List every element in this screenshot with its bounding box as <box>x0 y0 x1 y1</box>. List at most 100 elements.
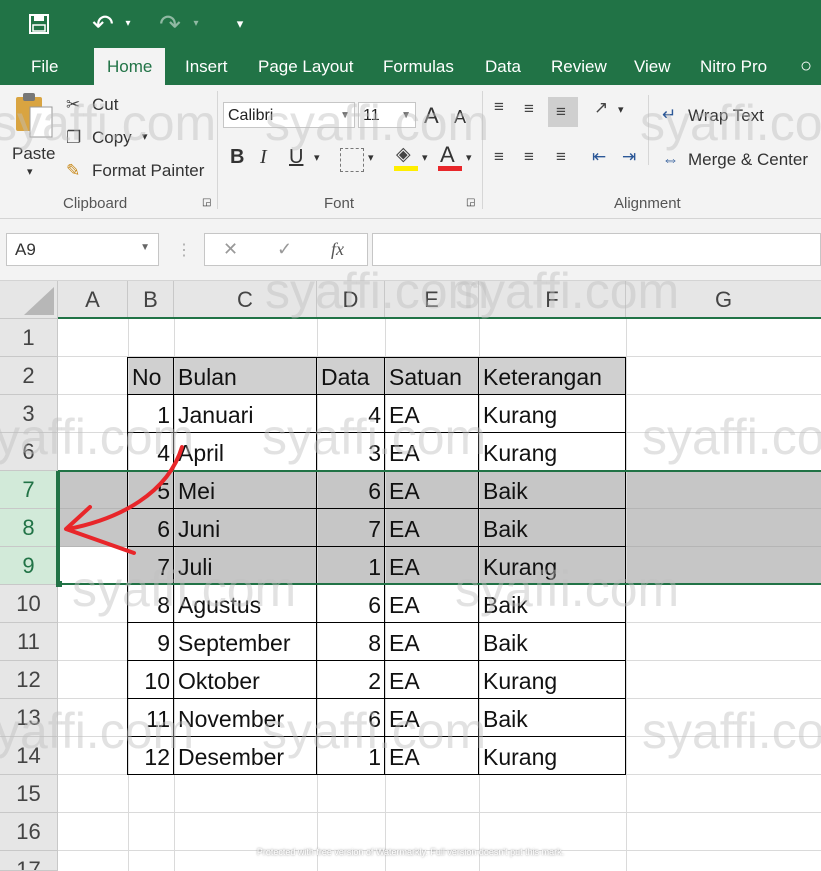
table-cell-no[interactable]: 12 <box>128 737 174 775</box>
table-cell-data[interactable]: 1 <box>317 547 385 585</box>
table-cell-satuan[interactable]: EA <box>385 699 479 737</box>
table-cell-satuan[interactable]: EA <box>385 661 479 699</box>
name-box-dropdown-icon[interactable]: ▼ <box>140 242 150 253</box>
table-cell-keterangan[interactable]: Kurang <box>479 737 626 775</box>
table-cell-keterangan[interactable]: Baik <box>479 623 626 661</box>
align-right-icon[interactable]: ≡ <box>556 147 566 167</box>
row-header[interactable]: 3 <box>0 395 58 433</box>
increase-indent-icon[interactable]: ⇥ <box>622 147 636 167</box>
table-header-cell[interactable]: Satuan <box>385 357 479 395</box>
row-header[interactable]: 16 <box>0 813 58 851</box>
column-header-f[interactable]: F <box>479 281 626 319</box>
enter-icon[interactable]: ✓ <box>277 239 292 260</box>
table-cell-keterangan[interactable]: Kurang <box>479 661 626 699</box>
wrap-text-button[interactable]: Wrap Text <box>688 106 764 126</box>
underline-button[interactable]: U <box>289 146 303 169</box>
tab-file[interactable]: File <box>31 48 58 85</box>
table-cell-satuan[interactable]: EA <box>385 623 479 661</box>
formula-input[interactable] <box>372 233 821 266</box>
table-cell-satuan[interactable]: EA <box>385 471 479 509</box>
align-middle-icon[interactable]: ≡ <box>524 99 534 119</box>
table-cell-no[interactable]: 11 <box>128 699 174 737</box>
borders-icon[interactable] <box>340 148 364 172</box>
table-cell-data[interactable]: 4 <box>317 395 385 433</box>
table-header-cell[interactable]: Bulan <box>174 357 317 395</box>
table-cell-satuan[interactable]: EA <box>385 585 479 623</box>
decrease-indent-icon[interactable]: ⇤ <box>592 147 606 167</box>
table-cell-bulan[interactable]: Oktober <box>174 661 317 699</box>
table-cell-data[interactable]: 8 <box>317 623 385 661</box>
table-cell-bulan[interactable]: November <box>174 699 317 737</box>
redo-dropdown-icon[interactable]: ▾ <box>188 0 204 48</box>
table-cell-bulan[interactable]: September <box>174 623 317 661</box>
table-cell-keterangan[interactable]: Baik <box>479 509 626 547</box>
row-header[interactable]: 1 <box>0 319 58 357</box>
select-all-button[interactable] <box>0 281 58 319</box>
align-top-icon[interactable]: ≡ <box>494 97 504 117</box>
table-cell-no[interactable]: 8 <box>128 585 174 623</box>
align-center-icon[interactable]: ≡ <box>524 147 534 167</box>
font-size-select[interactable]: 11 ▼ <box>358 102 416 128</box>
insert-function-icon[interactable]: fx <box>331 239 344 260</box>
tab-formulas[interactable]: Formulas <box>383 48 454 85</box>
borders-dropdown-icon[interactable]: ▾ <box>368 151 374 164</box>
table-cell-data[interactable]: 7 <box>317 509 385 547</box>
align-left-icon[interactable]: ≡ <box>494 147 504 167</box>
tab-insert[interactable]: Insert <box>185 48 228 85</box>
table-header-cell[interactable]: Data <box>317 357 385 395</box>
table-cell-data[interactable]: 1 <box>317 737 385 775</box>
table-cell-data[interactable]: 6 <box>317 471 385 509</box>
table-cell-satuan[interactable]: EA <box>385 737 479 775</box>
copy-button[interactable]: Copy <box>92 128 132 148</box>
tab-page-layout[interactable]: Page Layout <box>258 48 353 85</box>
font-family-select[interactable]: Calibri ▼ <box>223 102 355 128</box>
table-cell-keterangan[interactable]: Baik <box>479 585 626 623</box>
orientation-dropdown-icon[interactable]: ▾ <box>618 103 624 116</box>
column-header-g[interactable]: G <box>626 281 821 319</box>
copy-dropdown-icon[interactable]: ▾ <box>142 130 148 143</box>
table-cell-bulan[interactable]: Desember <box>174 737 317 775</box>
tell-me-lightbulb-icon[interactable]: ○ <box>800 48 812 85</box>
clipboard-launcher-icon[interactable]: ◲ <box>202 197 211 208</box>
row-header[interactable]: 14 <box>0 737 58 775</box>
save-icon[interactable] <box>22 0 56 52</box>
table-cell-satuan[interactable]: EA <box>385 433 479 471</box>
table-header-cell[interactable]: Keterangan <box>479 357 626 395</box>
fill-color-icon[interactable]: ◈ <box>396 143 411 166</box>
table-cell-data[interactable]: 2 <box>317 661 385 699</box>
column-header-a[interactable]: A <box>58 281 128 319</box>
orientation-icon[interactable]: ↗ <box>594 98 608 118</box>
row-header[interactable]: 10 <box>0 585 58 623</box>
cut-button[interactable]: Cut <box>92 95 118 115</box>
table-cell-satuan[interactable]: EA <box>385 509 479 547</box>
row-header[interactable]: 2 <box>0 357 58 395</box>
redo-icon[interactable]: ↷ <box>155 0 185 48</box>
bold-button[interactable]: B <box>230 146 244 169</box>
row-header[interactable]: 15 <box>0 775 58 813</box>
undo-dropdown-icon[interactable]: ▾ <box>120 0 136 48</box>
table-cell-no[interactable]: 9 <box>128 623 174 661</box>
table-cell-no[interactable]: 1 <box>128 395 174 433</box>
tab-home[interactable]: Home <box>94 48 166 85</box>
decrease-font-size-icon[interactable]: A <box>454 107 466 128</box>
table-header-cell[interactable]: No <box>128 357 174 395</box>
italic-button[interactable]: I <box>260 146 267 169</box>
paste-dropdown-icon[interactable]: ▾ <box>27 165 33 178</box>
table-cell-bulan[interactable]: Agustus <box>174 585 317 623</box>
table-cell-keterangan[interactable]: Baik <box>479 471 626 509</box>
table-cell-satuan[interactable]: EA <box>385 547 479 585</box>
column-header-e[interactable]: E <box>385 281 479 319</box>
fill-color-dropdown-icon[interactable]: ▾ <box>422 151 428 164</box>
table-cell-data[interactable]: 6 <box>317 585 385 623</box>
font-launcher-icon[interactable]: ◲ <box>466 197 475 208</box>
column-header-c[interactable]: C <box>174 281 317 319</box>
tab-nitro-pro[interactable]: Nitro Pro <box>700 48 767 85</box>
font-color-dropdown-icon[interactable]: ▾ <box>466 151 472 164</box>
customize-quick-access-icon[interactable]: ▾ <box>230 0 250 48</box>
undo-icon[interactable]: ↶ <box>88 0 118 48</box>
format-painter-button[interactable]: Format Painter <box>92 161 204 181</box>
column-header-b[interactable]: B <box>128 281 174 319</box>
increase-font-size-icon[interactable]: A <box>424 103 439 129</box>
row-header[interactable]: 11 <box>0 623 58 661</box>
tab-data[interactable]: Data <box>485 48 521 85</box>
